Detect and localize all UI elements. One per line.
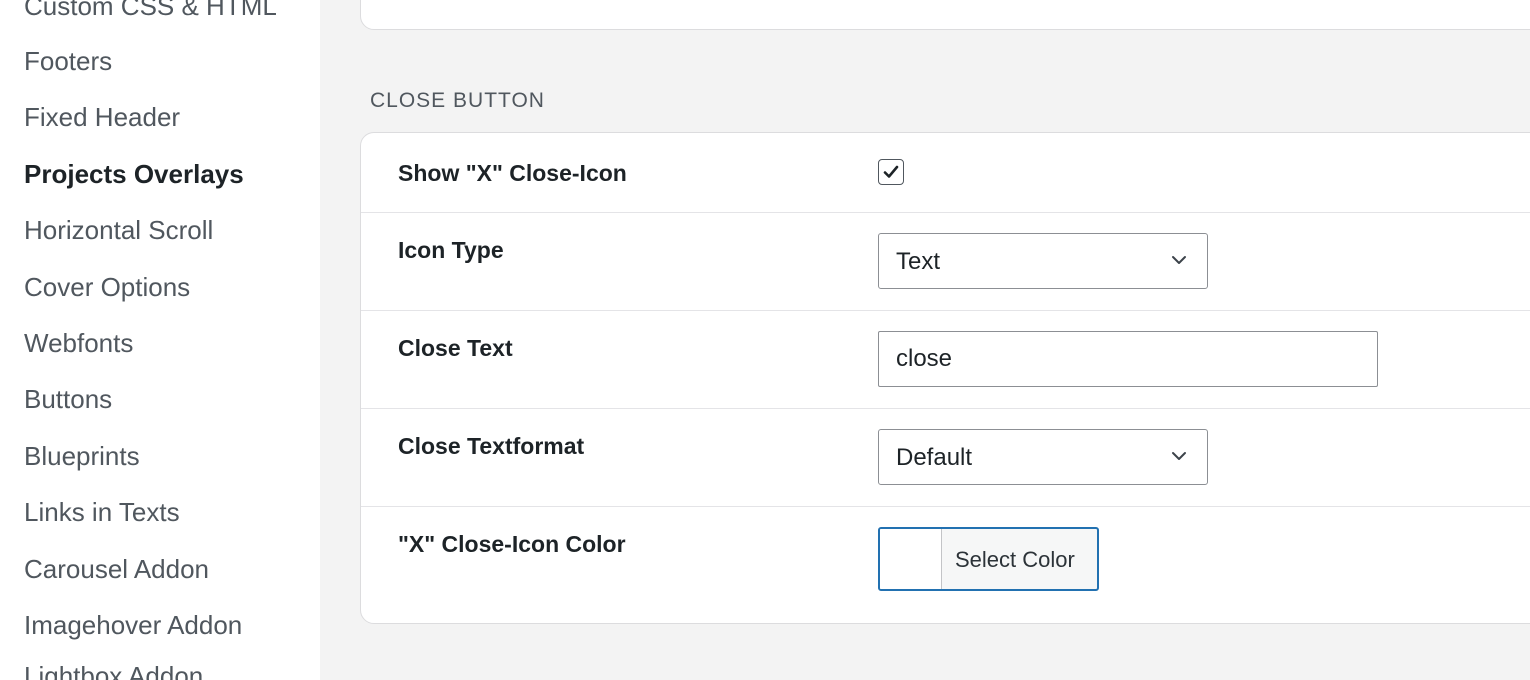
color-swatch (880, 529, 942, 589)
close-textformat-select-value: Default (896, 444, 973, 471)
close-button-settings-card: Show "X" Close-Icon Icon Type Text Close… (360, 132, 1530, 624)
icon-type-select-value: Text (896, 248, 941, 275)
checkmark-icon (883, 165, 899, 178)
show-icon-label: Show "X" Close-Icon (398, 160, 627, 186)
chevron-down-icon (1172, 256, 1186, 264)
close-text-label: Close Text (398, 335, 513, 361)
close-textformat-label: Close Textformat (398, 433, 585, 459)
sidebar-item-imagehover-addon[interactable]: Imagehover Addon (24, 609, 242, 641)
icon-color-label: "X" Close-Icon Color (398, 531, 626, 557)
select-color-label: Select Color (955, 547, 1075, 572)
settings-main: CLOSE BUTTON Show "X" Close-Icon Icon Ty… (320, 0, 1530, 680)
settings-sidebar: Custom CSS & HTML Footers Fixed Header P… (0, 0, 320, 680)
select-color-button[interactable]: Select Color (878, 527, 1099, 591)
sidebar-item-custom-css-html[interactable]: Custom CSS & HTML (24, 0, 277, 22)
icon-type-select[interactable]: Text (878, 233, 1208, 289)
sidebar-item-fixed-header[interactable]: Fixed Header (24, 101, 180, 133)
sidebar-item-projects-overlays[interactable]: Projects Overlays (24, 158, 244, 190)
close-textformat-select[interactable]: Default (878, 429, 1208, 485)
previous-settings-card (360, 0, 1530, 30)
sidebar-item-horizontal-scroll[interactable]: Horizontal Scroll (24, 214, 213, 246)
sidebar-item-cover-options[interactable]: Cover Options (24, 271, 190, 303)
setting-row-show-icon: Show "X" Close-Icon (361, 133, 1530, 213)
close-text-input[interactable] (878, 331, 1378, 387)
show-icon-checkbox[interactable] (878, 159, 904, 185)
sidebar-item-buttons[interactable]: Buttons (24, 383, 112, 415)
sidebar-item-lightbox-addon[interactable]: Lightbox Addon (24, 660, 203, 680)
sidebar-item-footers[interactable]: Footers (24, 45, 112, 77)
setting-row-icon-color: "X" Close-Icon Color Select Color (361, 507, 1530, 623)
icon-type-label: Icon Type (398, 237, 504, 263)
setting-row-close-textformat: Close Textformat Default (361, 409, 1530, 507)
sidebar-item-carousel-addon[interactable]: Carousel Addon (24, 553, 209, 585)
setting-row-close-text: Close Text (361, 311, 1530, 409)
section-title: CLOSE BUTTON (370, 89, 545, 112)
sidebar-item-blueprints[interactable]: Blueprints (24, 440, 140, 472)
sidebar-item-webfonts[interactable]: Webfonts (24, 327, 133, 359)
setting-row-icon-type: Icon Type Text (361, 213, 1530, 311)
sidebar-item-links-in-texts[interactable]: Links in Texts (24, 496, 180, 528)
chevron-down-icon (1172, 452, 1186, 460)
